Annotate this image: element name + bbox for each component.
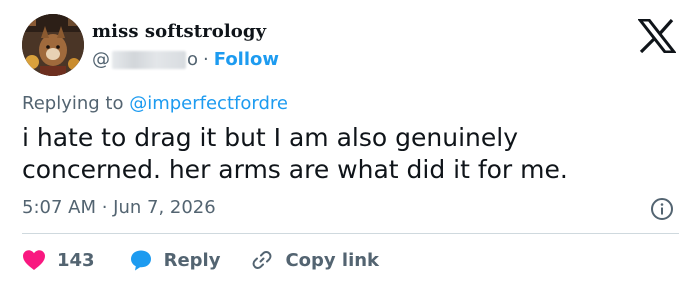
handle-redaction (112, 50, 186, 69)
tweet-text-line: i hate to drag it but I am also genuinel… (22, 123, 518, 152)
divider (22, 233, 679, 234)
handle-prefix[interactable]: @ (92, 49, 110, 70)
handle-suffix[interactable]: o (187, 49, 198, 70)
tweet-text: i hate to drag it but I am also genuinel… (22, 122, 642, 186)
info-icon[interactable] (650, 197, 674, 221)
like-button[interactable]: 143 (22, 249, 95, 271)
tweet-text-line: concerned. her arms are what did it for … (22, 155, 568, 184)
reply-context-prefix: Replying to (22, 93, 130, 114)
reply-mention-link[interactable]: @imperfectfordre (129, 93, 288, 114)
tweet-card: miss softstrology @ o · Follow Replying … (0, 0, 700, 287)
action-bar: 143 Reply Copy link (22, 246, 379, 274)
separator-dot: · (203, 49, 209, 70)
avatar-image (22, 14, 84, 76)
reply-button[interactable]: Reply (129, 248, 221, 272)
copy-link-label: Copy link (285, 249, 380, 271)
avatar[interactable] (22, 14, 84, 76)
like-count: 143 (57, 249, 95, 271)
handle-row: @ o · Follow (92, 49, 279, 70)
display-name[interactable]: miss softstrology (92, 21, 266, 42)
link-icon (252, 251, 272, 269)
heart-icon (23, 250, 45, 270)
reply-context: Replying to @imperfectfordre (22, 93, 288, 114)
follow-button[interactable]: Follow (214, 49, 279, 70)
speech-bubble-icon (130, 250, 151, 271)
copy-link-button[interactable]: Copy link (250, 248, 379, 272)
timestamp-link[interactable]: 5:07 AM · Jun 7, 2026 (22, 197, 216, 218)
reply-label: Reply (163, 249, 221, 271)
x-logo-icon[interactable] (638, 19, 676, 53)
